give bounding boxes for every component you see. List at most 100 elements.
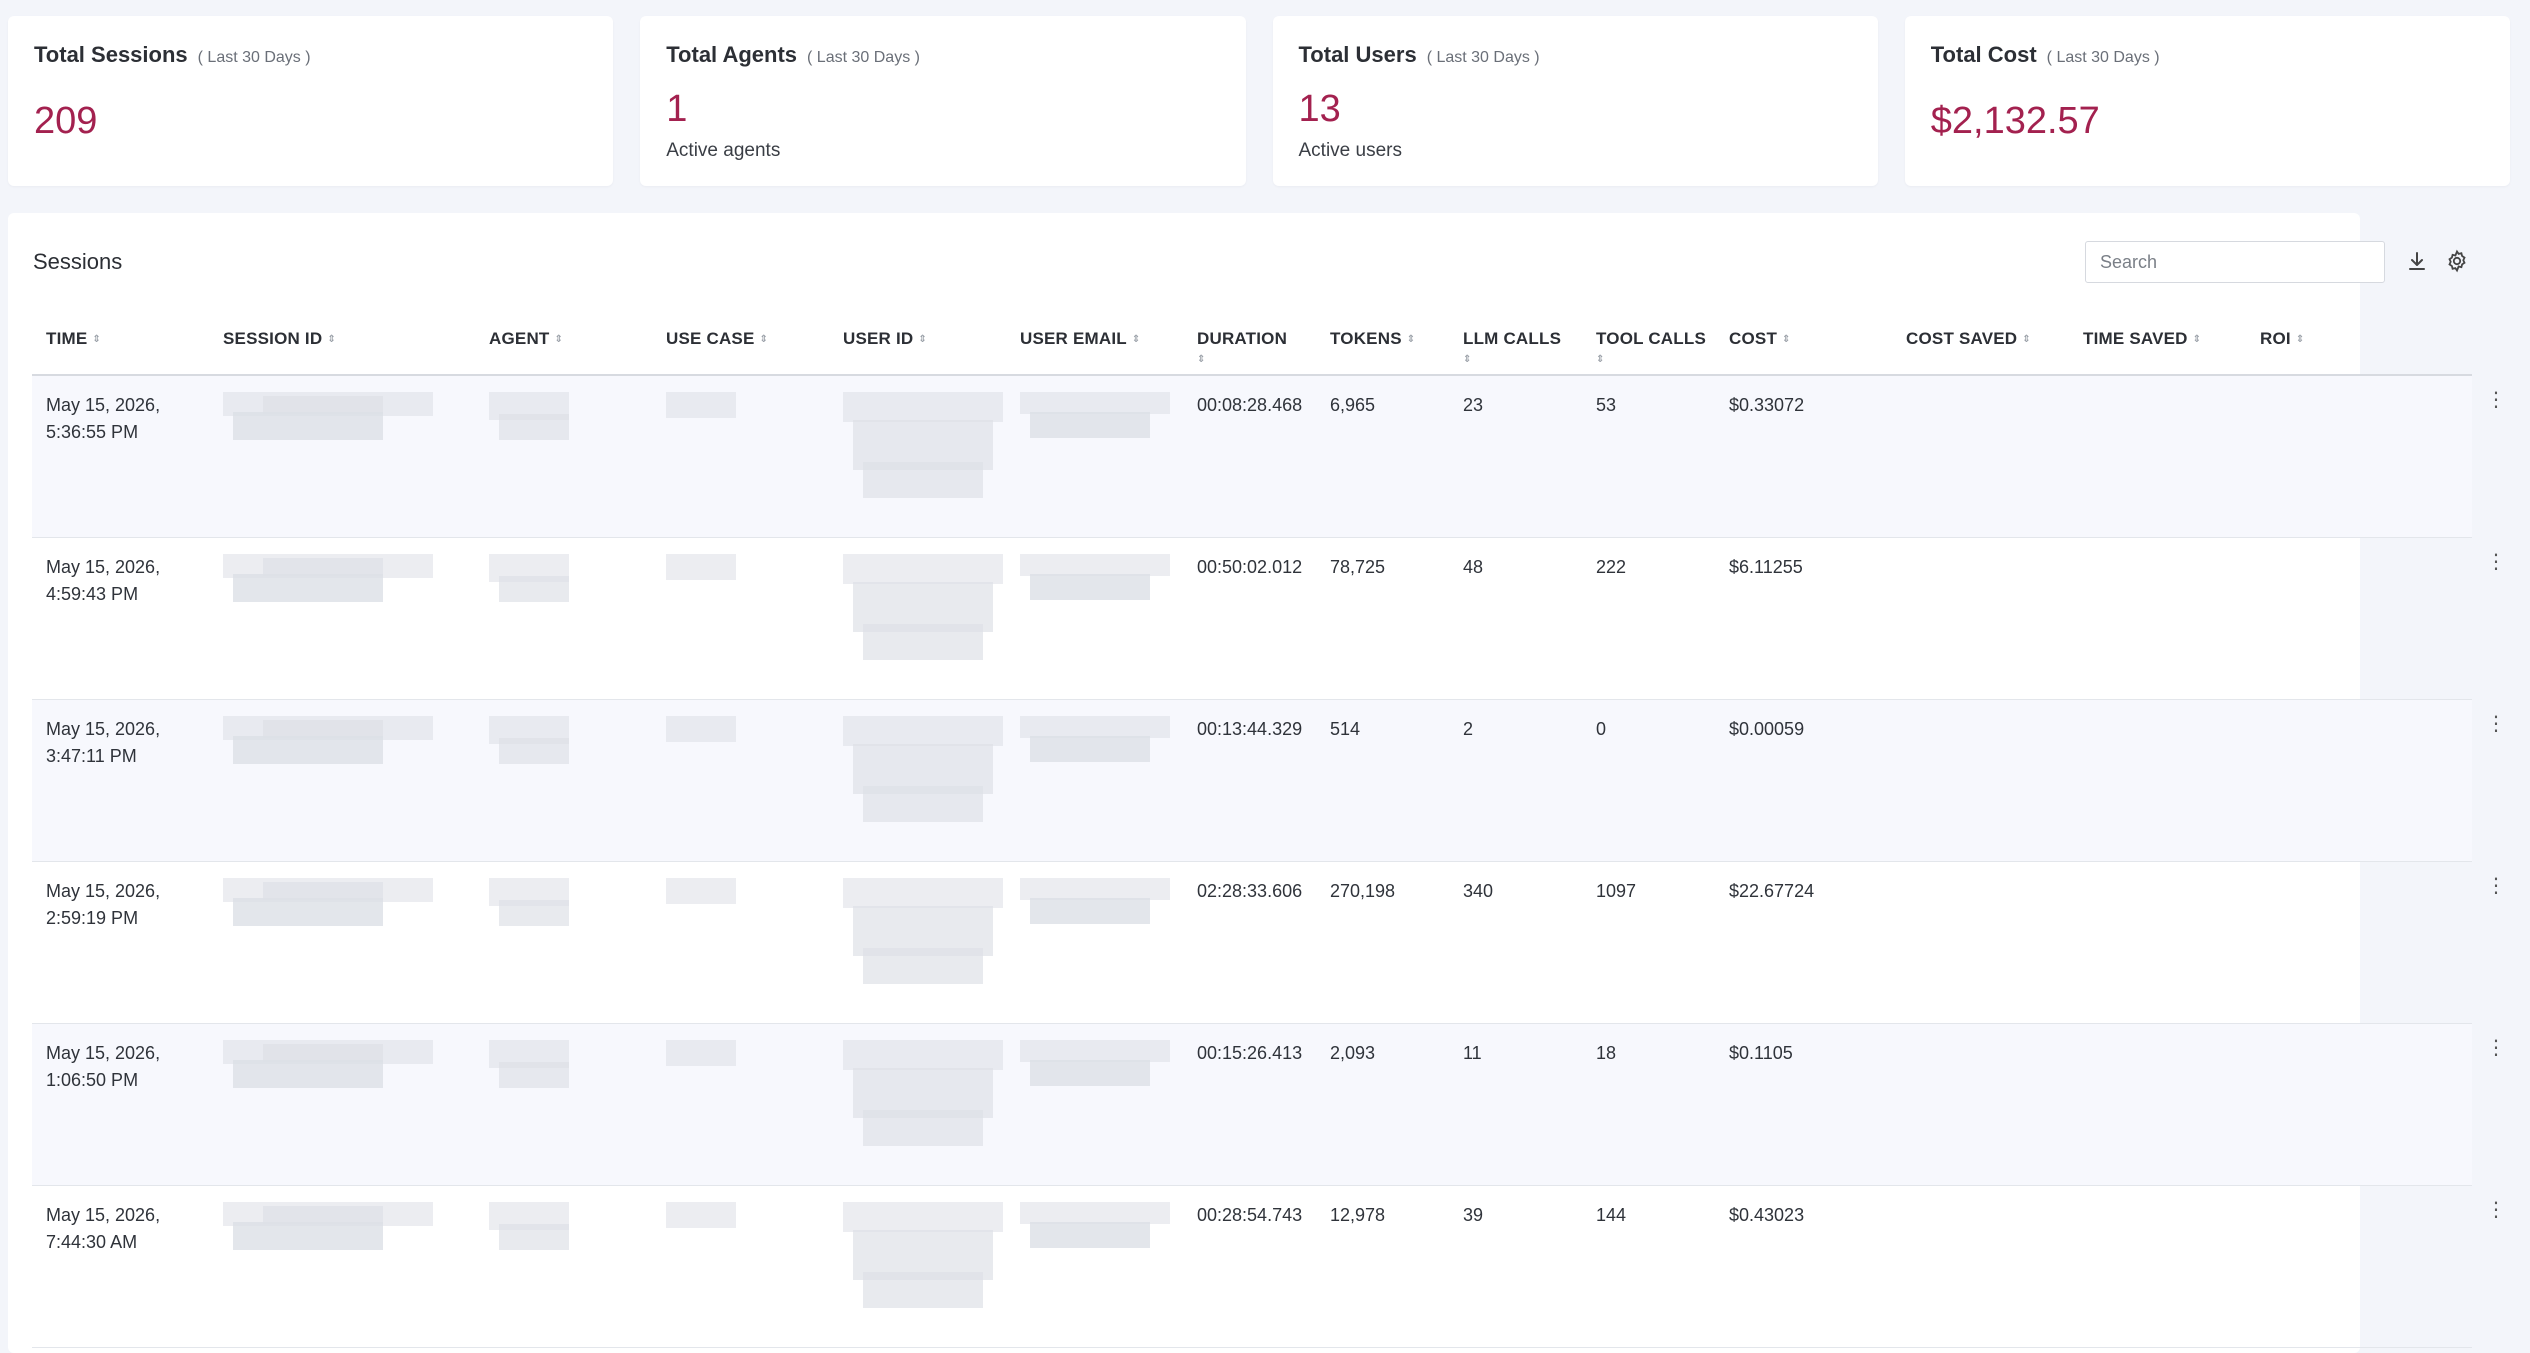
cell-agent [475, 1185, 652, 1348]
col-header-agent[interactable]: AGENT ⇕ [475, 313, 652, 376]
table-row[interactable]: May 15, 2026, 1:06:50 PM 00:15:26.413 2,093… [32, 1023, 2506, 1186]
redacted-block [1030, 735, 1150, 762]
cell-roi [2246, 699, 2472, 862]
col-header-time[interactable]: TIME ⇕ [32, 313, 209, 376]
table-row[interactable]: May 15, 2026, 3:47:11 PM 00:13:44.329 514 2 0… [32, 699, 2506, 862]
cell-roi [2246, 1023, 2472, 1186]
col-header-session-id[interactable]: SESSION ID ⇕ [209, 313, 475, 376]
stat-subtitle: Active users [1298, 140, 1402, 161]
redacted-block [489, 877, 652, 988]
time-date: May 15, 2026, [46, 718, 161, 739]
cell-time: May 15, 2026, 4:59:43 PM [32, 537, 209, 700]
col-header-user-id[interactable]: USER ID ⇕ [829, 313, 1006, 376]
cell-duration: 00:08:28.468 [1183, 375, 1316, 538]
redacted-block [843, 715, 1003, 746]
download-icon[interactable] [2405, 249, 2429, 273]
cell-cost: $6.11255 [1715, 537, 1892, 700]
redacted-block [1020, 1039, 1170, 1062]
redacted-block [863, 623, 983, 660]
col-header-time-saved[interactable]: TIME SAVED ⇕ [2069, 313, 2246, 376]
col-header-user-email[interactable]: USER EMAIL ⇕ [1006, 313, 1183, 376]
sort-icon[interactable]: ⇕ [918, 335, 927, 345]
table-row[interactable]: May 15, 2026, 7:44:30 AM 00:28:54.743 12,97… [32, 1185, 2506, 1348]
time-clock: 7:44:30 AM [46, 1231, 138, 1252]
cell-user-email [1006, 1023, 1183, 1186]
cell-duration: 00:15:26.413 [1183, 1023, 1316, 1186]
stat-title: Total Users [1298, 42, 1417, 67]
cell-llm-calls: 2 [1449, 699, 1582, 862]
stat-card-agents: Total Agents ( Last 30 Days ) 1 Active a… [640, 16, 1246, 186]
redacted-block [843, 1039, 1003, 1070]
cell-session-id [209, 699, 475, 862]
col-header-duration[interactable]: DURATION ⇕ [1183, 313, 1316, 376]
sort-icon[interactable]: ⇕ [2193, 335, 2202, 345]
col-header-tokens[interactable]: TOKENS ⇕ [1316, 313, 1449, 376]
sort-icon[interactable]: ⇕ [2296, 335, 2305, 345]
gear-icon[interactable] [2445, 249, 2469, 273]
cell-tokens: 12,978 [1316, 1185, 1449, 1348]
cell-tokens: 78,725 [1316, 537, 1449, 700]
sort-icon[interactable]: ⇕ [1132, 335, 1141, 345]
col-header-cost-saved[interactable]: COST SAVED ⇕ [1892, 313, 2069, 376]
sort-icon[interactable]: ⇕ [1197, 355, 1316, 365]
cell-duration: 00:50:02.012 [1183, 537, 1316, 700]
redacted-block [499, 1061, 569, 1088]
stat-subtitle: Active agents [666, 140, 781, 161]
cell-session-id [209, 375, 475, 538]
cell-cost-saved [1892, 375, 2069, 538]
redacted-block [223, 715, 475, 826]
col-header-use-case[interactable]: USE CASE ⇕ [652, 313, 829, 376]
time-date: May 15, 2026, [46, 880, 161, 901]
stat-title: Total Agents [666, 42, 798, 67]
cell-tool-calls: 0 [1582, 699, 1715, 862]
redacted-block [1030, 897, 1150, 924]
sort-icon[interactable]: ⇕ [555, 335, 564, 345]
stat-title: Total Sessions [34, 42, 188, 67]
redacted-block [223, 1201, 475, 1312]
cell-cost-saved [1892, 1023, 2069, 1186]
cell-time-saved [2069, 699, 2246, 862]
cell-use-case [652, 1023, 829, 1186]
col-header-roi[interactable]: ROI ⇕ [2246, 313, 2472, 376]
cell-tool-calls: 222 [1582, 537, 1715, 700]
redacted-block [1020, 392, 1170, 414]
sort-icon[interactable]: ⇕ [92, 335, 101, 345]
cell-cost-saved [1892, 699, 2069, 862]
table-row[interactable]: May 15, 2026, 5:36:55 PM 00:08:28.468 6,965… [32, 375, 2506, 538]
redacted-block [843, 877, 1006, 988]
redacted-block [863, 947, 983, 984]
table-row[interactable]: May 15, 2026, 2:59:19 PM 02:28:33.606 270,1… [32, 861, 2506, 1024]
col-header-llm-calls[interactable]: LLM CALLS ⇕ [1449, 313, 1582, 376]
redacted-block [863, 1271, 983, 1308]
sessions-panel: Sessions TIME⇕ SESSION ID⇕ AGENT⇕ USE CA… [8, 213, 2506, 1353]
sort-icon[interactable]: ⇕ [1596, 355, 1715, 365]
cell-tool-calls: 1097 [1582, 861, 1715, 1024]
sort-icon[interactable]: ⇕ [760, 335, 769, 345]
redacted-block [489, 1039, 652, 1150]
table-header-row: TIME ⇕ SESSION ID ⇕ AGENT ⇕ USE CASE ⇕ USER … [32, 313, 2472, 376]
cell-llm-calls: 23 [1449, 375, 1582, 538]
cell-time-saved [2069, 1185, 2246, 1348]
redacted-block [499, 1223, 569, 1250]
sort-icon[interactable]: ⇕ [327, 335, 336, 345]
cell-tool-calls: 53 [1582, 375, 1715, 538]
redacted-block [233, 573, 383, 602]
cell-user-id [829, 1185, 1006, 1348]
col-header-cost[interactable]: COST ⇕ [1715, 313, 1892, 376]
sort-icon[interactable]: ⇕ [2022, 335, 2031, 345]
cell-session-id [209, 1023, 475, 1186]
sort-icon[interactable]: ⇕ [1463, 355, 1582, 365]
search-input[interactable] [2085, 241, 2385, 283]
redacted-block [666, 715, 736, 742]
sessions-table: TIME ⇕ SESSION ID ⇕ AGENT ⇕ USE CASE ⇕ USER … [32, 313, 2506, 1348]
redacted-block [1030, 1221, 1150, 1248]
table-row[interactable]: May 15, 2026, 4:59:43 PM 00:50:02.012 78,72… [32, 537, 2506, 700]
redacted-block [1020, 392, 1183, 502]
sort-icon[interactable]: ⇕ [1407, 335, 1416, 345]
col-header-tool-calls[interactable]: TOOL CALLS ⇕ [1582, 313, 1715, 376]
stat-card-sessions: Total Sessions ( Last 30 Days ) 209 [8, 16, 614, 186]
sort-icon[interactable]: ⇕ [1782, 335, 1791, 345]
redacted-block [1020, 877, 1170, 900]
redacted-block [666, 392, 829, 502]
redacted-block [223, 1039, 475, 1150]
